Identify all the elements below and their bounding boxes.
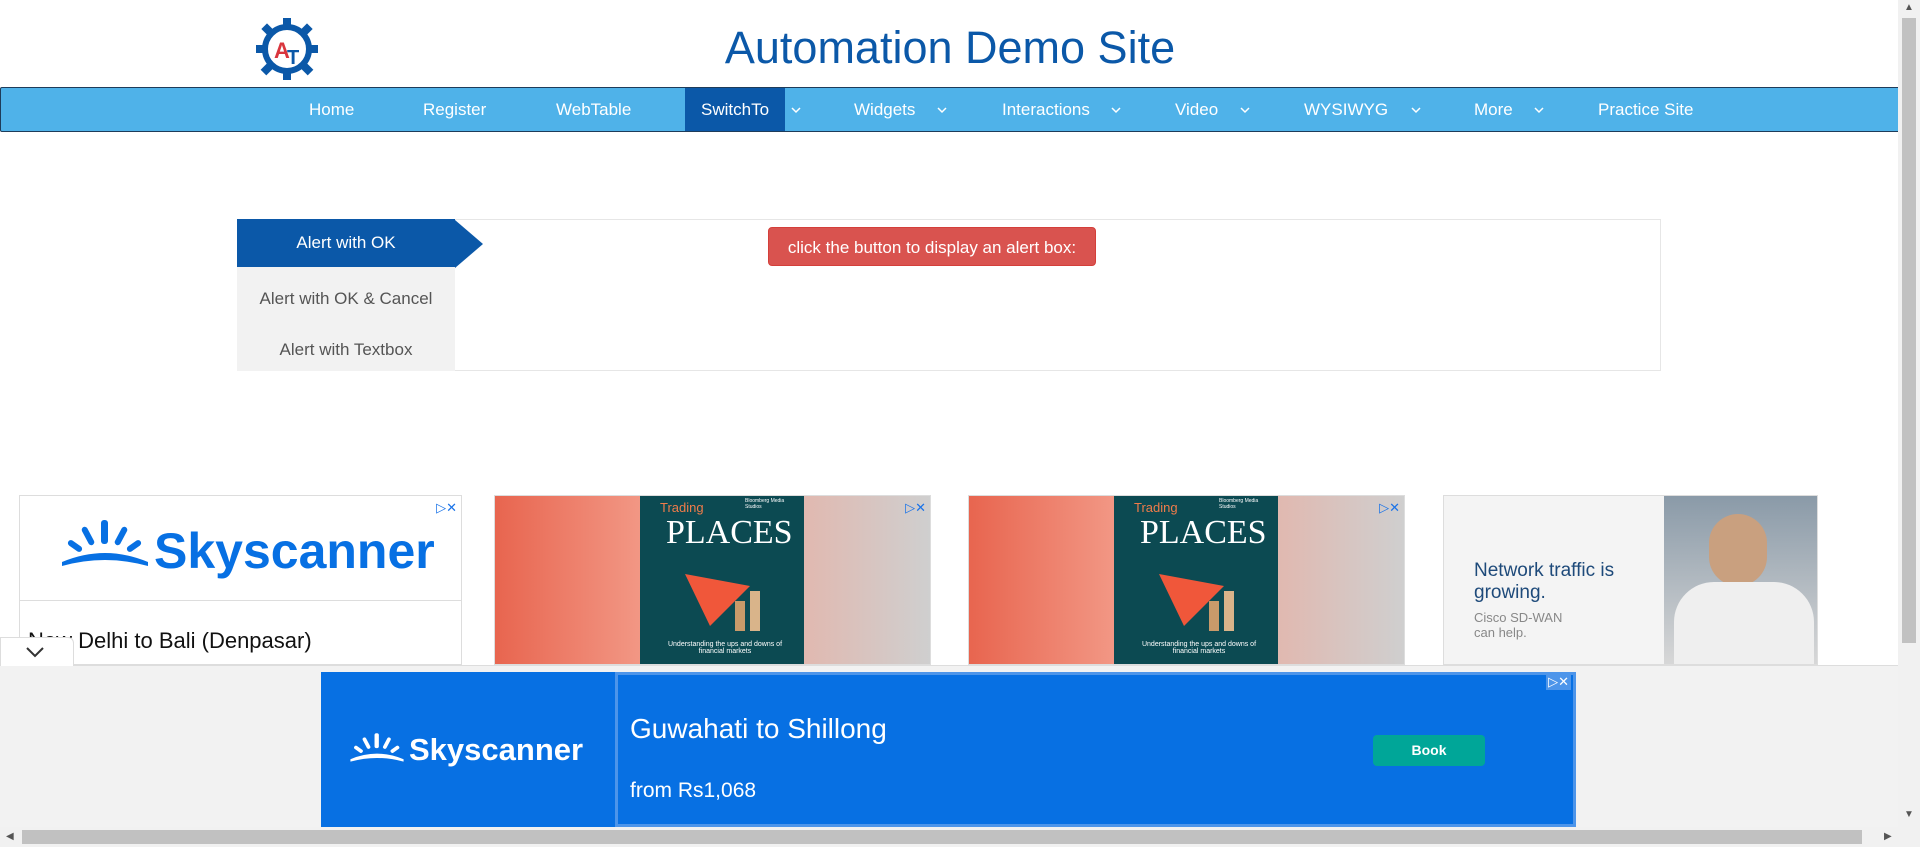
tab-alert-textbox[interactable]: Alert with Textbox	[237, 340, 455, 360]
nav-item-practice-site[interactable]: Practice Site	[1582, 88, 1709, 131]
scroll-down-icon[interactable]: ▼	[1904, 809, 1914, 820]
ad-title-small: Trading	[660, 500, 704, 515]
ad-title-small: Trading	[1134, 500, 1178, 515]
ad-subtitle: Understanding the ups and downs of finan…	[667, 641, 783, 655]
book-cover: Trading PLACES Bloomberg Media Studios U…	[1114, 496, 1278, 664]
nav-item-widgets[interactable]: Widgets	[838, 88, 931, 131]
bottom-ad-offer[interactable]: Guwahati to Shillong from Rs1,068 Book ▷…	[615, 672, 1576, 827]
nav-item-home[interactable]: Home	[293, 88, 370, 131]
sunrise-icon	[62, 520, 148, 566]
horizontal-scroll-thumb[interactable]	[22, 830, 1862, 844]
collapse-ad-button[interactable]	[0, 637, 74, 666]
scroll-right-icon[interactable]: ▶	[1884, 831, 1892, 842]
active-tab-arrow	[455, 220, 483, 268]
ad-skyscanner[interactable]: ▷✕ Skyscanner New Delhi to Bali (Denpasa…	[19, 495, 462, 665]
chart-arrow-icon	[1159, 574, 1234, 631]
ad-title: PLACES	[1140, 514, 1267, 551]
ad-publisher: Bloomberg Media Studios	[745, 498, 785, 510]
ad-publisher: Bloomberg Media Studios	[1219, 498, 1259, 510]
chevron-down-icon[interactable]	[1411, 105, 1421, 115]
bottom-ad-brand[interactable]: Skyscanner	[321, 672, 615, 827]
chevron-down-icon[interactable]	[1111, 105, 1121, 115]
divider	[20, 600, 461, 601]
alert-button[interactable]: click the button to display an alert box…	[768, 227, 1096, 266]
nav-item-wysiwyg[interactable]: WYSIWYG	[1288, 88, 1404, 131]
scroll-left-icon[interactable]: ◀	[6, 831, 14, 842]
nav-item-register[interactable]: Register	[407, 88, 502, 131]
ad-title: PLACES	[666, 514, 793, 551]
ad-brand: Skyscanner	[154, 523, 435, 579]
ad-trading-places[interactable]: ▷✕ Trading PLACES Bloomberg Media Studio…	[968, 495, 1405, 665]
ad-headline: Network traffic is growing.	[1474, 560, 1615, 603]
tab-alert-ok[interactable]: Alert with OK	[237, 219, 455, 267]
chevron-down-icon[interactable]	[791, 105, 801, 115]
nav-item-switchto[interactable]: SwitchTo	[685, 88, 785, 131]
ad-price: from Rs1,068	[630, 779, 757, 802]
book-button[interactable]: Book	[1373, 735, 1485, 766]
book-cover: Trading PLACES Bloomberg Media Studios U…	[640, 496, 804, 664]
chevron-down-icon[interactable]	[937, 105, 947, 115]
main-nav: Home Register WebTable SwitchTo Widgets …	[0, 87, 1900, 132]
chevron-down-icon	[26, 647, 44, 658]
page-title: Automation Demo Site	[724, 22, 1176, 73]
chevron-down-icon[interactable]	[1240, 105, 1250, 115]
ad-route: Guwahati to Shillong	[630, 713, 887, 744]
person-image	[1664, 496, 1817, 664]
ad-subtitle: Understanding the ups and downs of finan…	[1141, 641, 1257, 655]
ad-close-icon[interactable]: ▷✕	[1379, 500, 1400, 516]
ad-close-icon[interactable]: ▷✕	[436, 500, 457, 516]
vertical-scroll-thumb[interactable]	[1902, 18, 1916, 643]
nav-item-video[interactable]: Video	[1159, 88, 1234, 131]
tab-alert-ok-cancel[interactable]: Alert with OK & Cancel	[237, 289, 455, 309]
chevron-down-icon[interactable]	[1534, 105, 1544, 115]
alert-tabs: Alert with OK Alert with OK & Cancel Ale…	[237, 219, 455, 371]
ad-close-icon[interactable]: ▷✕	[1546, 674, 1571, 690]
nav-item-more[interactable]: More	[1458, 88, 1529, 131]
nav-item-interactions[interactable]: Interactions	[986, 88, 1106, 131]
ad-cisco[interactable]: ⓘ✕ Network traffic is growing. Cisco SD-…	[1443, 495, 1818, 665]
nav-item-webtable[interactable]: WebTable	[540, 88, 647, 131]
ad-subtext: Cisco SD-WAN can help.	[1474, 610, 1563, 640]
ad-close-icon[interactable]: ▷✕	[905, 500, 926, 516]
ad-brand: Skyscanner	[409, 732, 584, 767]
scroll-up-icon[interactable]: ▲	[1904, 2, 1914, 13]
sunrise-icon	[350, 733, 404, 762]
ad-trading-places[interactable]: ▷✕ Trading PLACES Bloomberg Media Studio…	[494, 495, 931, 665]
chart-arrow-icon	[685, 574, 760, 631]
